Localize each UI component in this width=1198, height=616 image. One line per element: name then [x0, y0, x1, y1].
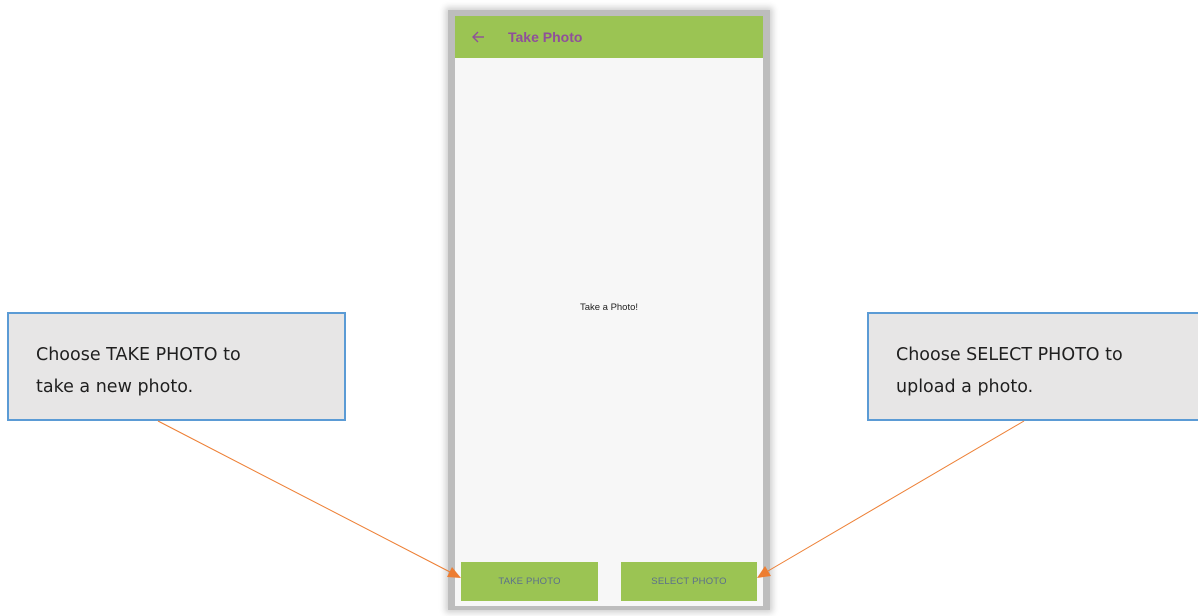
callout-select-photo-line2: upload a photo.	[896, 377, 1034, 397]
callout-take-photo-line2: take a new photo.	[36, 377, 194, 397]
arrow-to-select-photo	[757, 420, 1025, 578]
app-bar: Take Photo	[455, 16, 763, 58]
app-screen: Take Photo Take a Photo! TAKE PHOTO SELE…	[455, 16, 763, 606]
phone-frame: Take Photo Take a Photo! TAKE PHOTO SELE…	[448, 10, 770, 610]
take-photo-message: Take a Photo!	[579, 302, 639, 313]
callout-select-photo-line1: Choose SELECT PHOTO to	[896, 345, 1123, 365]
callout-take-photo: Choose TAKE PHOTO to take a new photo.	[7, 312, 346, 421]
take-photo-button[interactable]: TAKE PHOTO	[461, 562, 598, 601]
page-title: Take Photo	[508, 29, 583, 45]
arrow-to-take-photo	[157, 420, 461, 578]
callout-take-photo-line1: Choose TAKE PHOTO to	[36, 345, 241, 365]
arrow-left-icon[interactable]	[468, 27, 488, 47]
select-photo-button[interactable]: SELECT PHOTO	[621, 562, 757, 601]
callout-select-photo: Choose SELECT PHOTO to upload a photo.	[867, 312, 1198, 421]
